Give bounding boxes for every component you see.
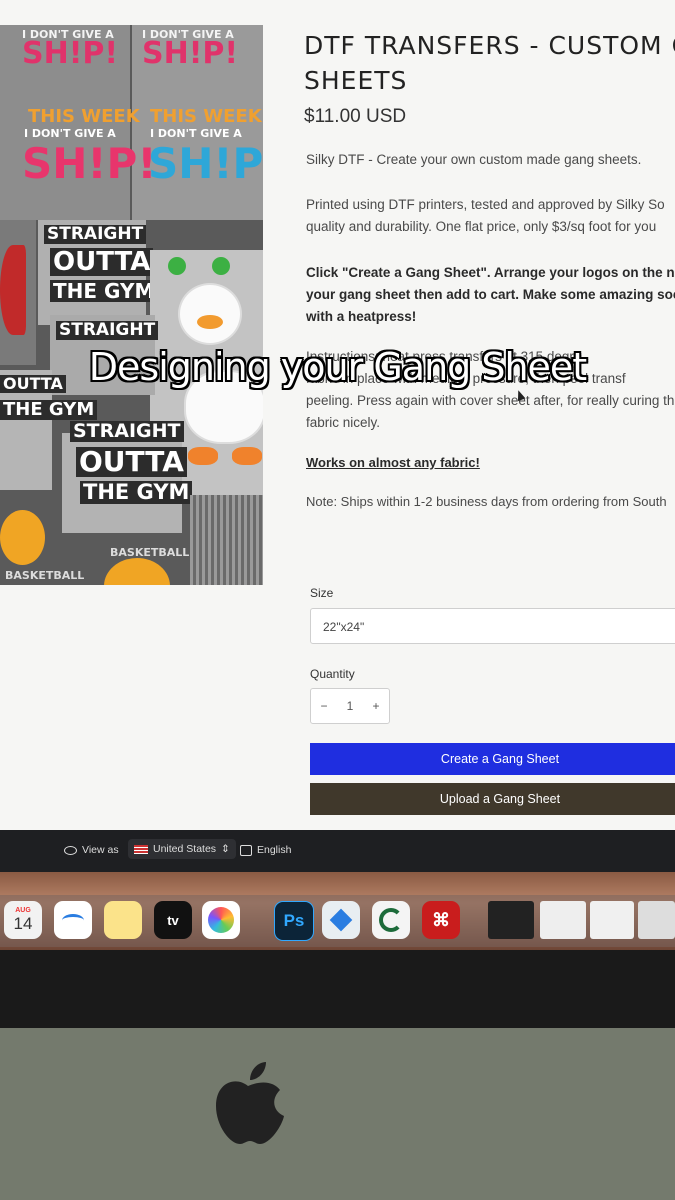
description-text: fabric nicely. [306, 415, 381, 430]
description-text: with a heatpress! [306, 309, 417, 324]
quantity-increase-button[interactable]: + [372, 699, 379, 713]
quantity-label: Quantity [310, 667, 355, 681]
translate-icon [240, 844, 252, 856]
language-selector[interactable]: English [240, 844, 291, 856]
freeform-icon[interactable] [54, 901, 92, 939]
monitor-chin [0, 1028, 675, 1200]
window-thumbnail[interactable] [638, 901, 675, 939]
chevron-updown-icon: ⇕ [221, 843, 230, 855]
language-label: English [257, 844, 292, 856]
sticker-text: STRAIGHT [44, 225, 147, 244]
sticker-text: THIS WEEK [150, 106, 262, 127]
acrobat-icon[interactable]: ⌘ [422, 901, 460, 939]
notes-icon[interactable] [104, 901, 142, 939]
create-gang-sheet-button[interactable]: Create a Gang Sheet [310, 743, 675, 775]
photoshop-icon[interactable]: Ps [274, 901, 314, 941]
basketball-image [104, 558, 170, 585]
theme-preview-bar: View as United States ⇕ English [0, 830, 675, 872]
product-price: $11.00 USD [304, 106, 407, 127]
sticker-text: STRAIGHT [56, 321, 159, 340]
app-diamond-icon[interactable] [322, 901, 360, 939]
view-as-control[interactable]: View as [64, 844, 119, 856]
fabric-link[interactable]: Works on almost any fabric! [306, 452, 480, 474]
sticker-text: THE GYM [80, 481, 193, 504]
red-figure-image [0, 245, 26, 335]
shipping-note: Note: Ships within 1-2 business days fro… [306, 494, 667, 509]
duck-illustration [178, 283, 242, 345]
quantity-stepper[interactable]: − 1 + [310, 688, 390, 724]
view-as-label: View as [82, 844, 119, 856]
description-text: Silky DTF - Create your own custom made … [306, 152, 642, 167]
size-label: Size [310, 586, 334, 600]
sticker-text: SH!P! [142, 36, 239, 71]
country-label: United States [153, 843, 217, 855]
apple-tv-icon[interactable]: tv [154, 901, 192, 939]
description-text: quality and durability. One flat price, … [306, 219, 657, 234]
sticker-text: SH!P! [22, 36, 119, 71]
window-thumbnail[interactable] [540, 901, 586, 939]
description-text: your gang sheet then add to cart. Make s… [306, 287, 675, 302]
browser-page: I DON'T GIVE A SH!P! I DON'T GIVE A SH!P… [0, 0, 675, 830]
calendar-icon[interactable]: AUG 14 [4, 901, 42, 939]
apple-logo-icon [216, 1062, 284, 1144]
sticker-text: I DON'T GIVE A [150, 127, 242, 140]
basketball-image [0, 510, 45, 565]
sticker-text: SH!P! [22, 139, 157, 188]
sticker-text: THE GYM [0, 400, 98, 420]
photos-icon[interactable] [202, 901, 240, 939]
size-select[interactable]: 22"x24" [310, 608, 675, 644]
sticker-text: THIS WEEK [28, 106, 140, 127]
monitor-bezel [0, 950, 675, 1028]
sticker-text: OUTTA [76, 447, 187, 477]
sticker-text: OUTTA [50, 248, 154, 276]
sticker-text: BASKETBALL [110, 546, 190, 559]
country-selector[interactable]: United States ⇕ [128, 839, 236, 859]
product-image[interactable]: I DON'T GIVE A SH!P! I DON'T GIVE A SH!P… [0, 25, 263, 585]
app-swirl-icon[interactable] [372, 901, 410, 939]
product-title: DTF TRANSFERS - CUSTOM G SHEETS [304, 31, 675, 95]
upload-gang-sheet-button[interactable]: Upload a Gang Sheet [310, 783, 675, 815]
sticker-text: SH!P! [148, 139, 263, 188]
description-text: peeling. Press again with cover sheet af… [306, 393, 675, 408]
quantity-decrease-button[interactable]: − [321, 699, 328, 713]
quantity-value[interactable]: 1 [347, 699, 354, 713]
window-thumbnail[interactable] [590, 901, 634, 939]
sticker-text: I DON'T GIVE A [24, 127, 116, 140]
video-caption: Designing your Gang Sheet [88, 345, 587, 389]
sticker-text: STRAIGHT [70, 421, 184, 442]
sticker-text: THE GYM [50, 280, 158, 302]
window-thumbnail[interactable] [488, 901, 534, 939]
sticker-text: BASKETBALL [5, 569, 85, 582]
description-text: Printed using DTF printers, tested and a… [306, 197, 665, 212]
eye-icon [64, 845, 77, 855]
description-text: Click "Create a Gang Sheet". Arrange you… [306, 265, 675, 280]
us-flag-icon [134, 844, 148, 854]
